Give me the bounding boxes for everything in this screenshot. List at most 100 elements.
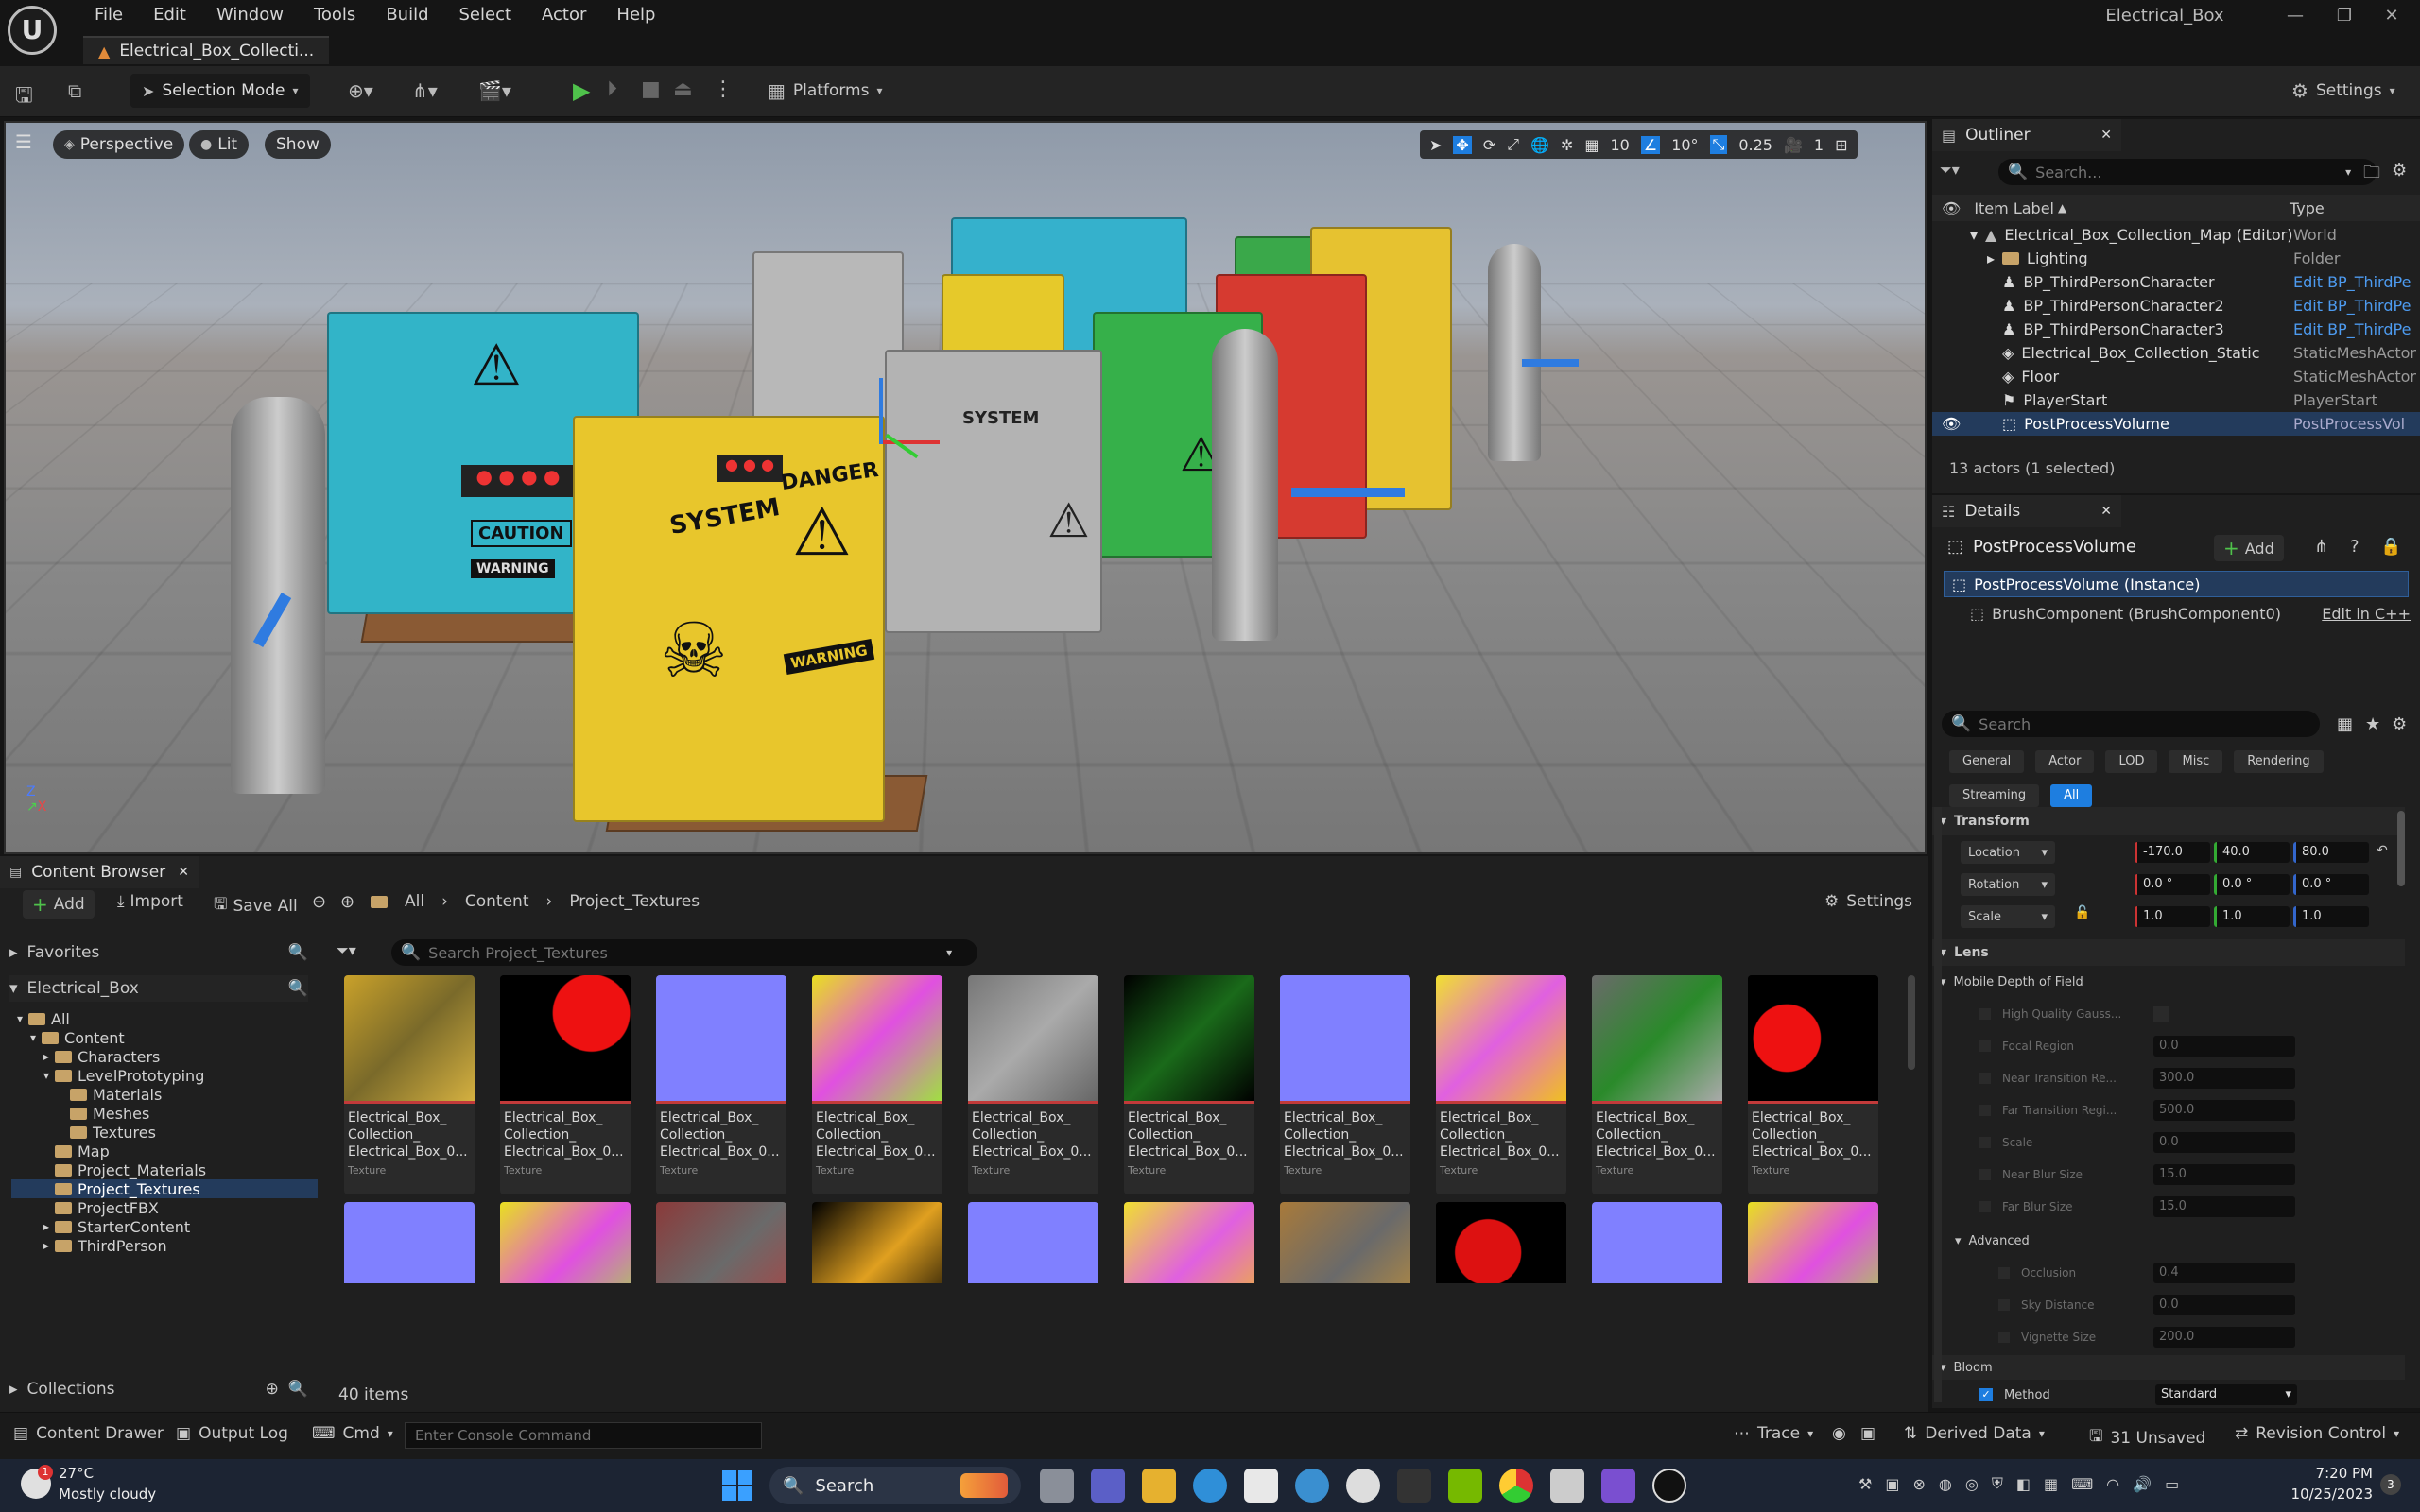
tray-icon[interactable]: ▣ bbox=[1885, 1475, 1899, 1493]
override-checkbox[interactable] bbox=[1979, 1073, 1991, 1084]
import-button[interactable]: ⤓ Import bbox=[117, 892, 183, 911]
property-value[interactable]: 0.0 bbox=[2153, 1132, 2295, 1153]
category-all[interactable]: All bbox=[2050, 784, 2093, 807]
asset-scrollbar[interactable] bbox=[1908, 975, 1915, 1070]
property-value[interactable]: 500.0 bbox=[2153, 1100, 2295, 1121]
store-icon[interactable] bbox=[1244, 1469, 1278, 1503]
step-icon[interactable]: ⏵ bbox=[607, 77, 617, 101]
tree-item[interactable]: ▸ ThirdPerson bbox=[11, 1236, 318, 1255]
outliner-tab[interactable]: ▤ Outliner ✕ bbox=[1932, 119, 2121, 151]
star-icon[interactable]: ★ bbox=[2365, 714, 2380, 734]
surface-snap-icon[interactable]: ✲ bbox=[1561, 136, 1573, 154]
advanced-section[interactable]: ▾ Advanced bbox=[1932, 1228, 2405, 1253]
reset-icon[interactable]: ↶ bbox=[2377, 843, 2388, 858]
save-all-button[interactable]: 🖫 Save All bbox=[214, 892, 298, 919]
media-icon[interactable] bbox=[1601, 1469, 1635, 1503]
weather-temp[interactable]: 27°C bbox=[59, 1465, 94, 1482]
rotation-snap-icon[interactable]: ∠ bbox=[1640, 135, 1661, 154]
scale-z[interactable]: 1.0 bbox=[2293, 906, 2369, 927]
wifi-icon[interactable]: ◠ bbox=[2106, 1475, 2119, 1493]
override-checkbox[interactable] bbox=[1998, 1267, 2010, 1279]
override-checkbox[interactable] bbox=[1979, 1008, 1991, 1020]
lock-icon[interactable]: 🔓 bbox=[2074, 905, 2090, 920]
add-component-button[interactable]: + Add bbox=[2214, 535, 2284, 561]
notification-badge[interactable]: 3 bbox=[2380, 1474, 2401, 1495]
asset-tile[interactable]: Electrical_Box_ Collection_ Electrical_Box… bbox=[1436, 975, 1566, 1194]
tool-icon[interactable] bbox=[1550, 1469, 1584, 1503]
search-icon[interactable]: 🔍 bbox=[288, 1380, 308, 1399]
project-header[interactable]: ▾ Electrical_Box 🔍 bbox=[9, 975, 308, 1002]
component-row[interactable]: ⬚ BrushComponent (BrushComponent0) Edit … bbox=[1970, 601, 2411, 626]
scale-x[interactable]: 1.0 bbox=[2135, 906, 2210, 927]
menu-help[interactable]: Help bbox=[601, 2, 670, 28]
cmd-dropdown[interactable]: ⌨ Cmd ▾ bbox=[312, 1424, 393, 1443]
close-icon[interactable]: ✕ bbox=[2100, 504, 2112, 519]
breadcrumb-project-textures[interactable]: Project_Textures bbox=[569, 892, 700, 911]
menu-edit[interactable]: Edit bbox=[138, 2, 201, 28]
eject-icon[interactable]: ⏏ bbox=[673, 77, 693, 101]
rotation-x[interactable]: 0.0 ° bbox=[2135, 874, 2210, 895]
rotate-tool-icon[interactable]: ⟳ bbox=[1483, 136, 1495, 154]
edit-blueprint-link[interactable]: Edit BP_ThirdPe bbox=[2293, 320, 2411, 338]
unreal-engine-icon[interactable] bbox=[1652, 1469, 1686, 1503]
search-icon[interactable]: 🔍 bbox=[288, 979, 308, 998]
rotation-snap-value[interactable]: 10° bbox=[1671, 136, 1698, 154]
transform-section[interactable]: ▾ Transform bbox=[1932, 807, 2405, 835]
selection-mode-dropdown[interactable]: ➤ Selection Mode ▾ bbox=[130, 74, 310, 108]
tree-item[interactable]: ▸ StarterContent bbox=[11, 1217, 318, 1236]
content-browser-tab[interactable]: ▤ Content Browser ✕ bbox=[0, 856, 199, 888]
task-view-icon[interactable] bbox=[1040, 1469, 1074, 1503]
outliner-row-selected[interactable]: 👁 ⬚ PostProcessVolume PostProcessVol bbox=[1932, 412, 2420, 436]
eye-icon[interactable]: 👁 bbox=[1942, 199, 1961, 217]
override-checkbox[interactable] bbox=[1979, 1169, 1991, 1180]
asset-tile[interactable]: Electrical_Box_ Collection_ Electrical_Box… bbox=[1124, 975, 1254, 1194]
asset-search[interactable]: 🔍 ▾ bbox=[391, 939, 977, 966]
teams-icon[interactable] bbox=[1091, 1469, 1125, 1503]
details-search[interactable]: 🔍 bbox=[1942, 711, 2320, 737]
outliner-row[interactable]: ♟ BP_ThirdPersonCharacter2 Edit BP_ThirdPe bbox=[1932, 294, 2420, 318]
menu-actor[interactable]: Actor bbox=[527, 2, 601, 28]
tray-icon[interactable]: ◧ bbox=[2016, 1475, 2031, 1493]
rotation-z[interactable]: 0.0 ° bbox=[2293, 874, 2369, 895]
close-icon[interactable]: ✕ bbox=[2100, 128, 2112, 143]
file-explorer-icon[interactable] bbox=[1142, 1469, 1176, 1503]
rotation-y[interactable]: 0.0 ° bbox=[2214, 874, 2290, 895]
more-options-icon[interactable]: ⋮ bbox=[713, 77, 734, 101]
instance-row[interactable]: ⬚ PostProcessVolume (Instance) bbox=[1944, 571, 2409, 597]
add-actor-icon[interactable]: ⊕▾ bbox=[348, 79, 373, 102]
table-view-icon[interactable]: ▦ bbox=[2337, 714, 2353, 734]
asset-filter[interactable]: ⏷▾ bbox=[337, 941, 356, 960]
scale-tool-icon[interactable]: ⤢ bbox=[1507, 135, 1519, 154]
column-type[interactable]: Type bbox=[2290, 199, 2325, 217]
clock-date[interactable]: 10/25/2023 bbox=[2288, 1486, 2373, 1503]
tree-item-selected[interactable]: Project_Textures bbox=[11, 1179, 318, 1198]
perspective-button[interactable]: ◈ Perspective bbox=[53, 130, 185, 159]
tray-icon[interactable]: ◍ bbox=[1939, 1475, 1952, 1493]
volume-icon[interactable]: 🔊 bbox=[2133, 1475, 2152, 1493]
asset-tile[interactable]: Electrical_Box_Collection_... bbox=[1592, 1202, 1722, 1283]
method-dropdown[interactable]: Standard ▾ bbox=[2155, 1384, 2297, 1405]
blueprint-icon[interactable]: ⋔▾ bbox=[412, 79, 438, 102]
xbox-icon[interactable]: ⊗ bbox=[1912, 1475, 1925, 1493]
forward-icon[interactable]: ⊕ bbox=[340, 892, 354, 912]
scale-snap-icon[interactable]: ⤡ bbox=[1709, 135, 1728, 154]
asset-tile[interactable]: Electrical_Box_Collection_... bbox=[1124, 1202, 1254, 1283]
grid-snap-value[interactable]: 10 bbox=[1610, 136, 1629, 154]
tree-item[interactable]: Materials bbox=[11, 1085, 318, 1104]
screenshot-icon[interactable]: ▣ bbox=[1860, 1424, 1876, 1443]
asset-tile[interactable]: Electrical_Box_Collection_... bbox=[344, 1202, 475, 1283]
location-x[interactable]: -170.0 bbox=[2135, 842, 2210, 863]
override-checkbox[interactable] bbox=[1979, 1040, 1991, 1052]
asset-tile[interactable]: Electrical_Box_Collection_... bbox=[1280, 1202, 1410, 1283]
output-log-button[interactable]: ▣ Output Log bbox=[176, 1424, 288, 1443]
taskbar-search[interactable]: 🔍 Search bbox=[769, 1467, 1021, 1504]
tray-icon[interactable]: ▦ bbox=[2044, 1475, 2058, 1493]
property-checkbox[interactable] bbox=[2153, 1006, 2169, 1022]
world-space-icon[interactable]: 🌐 bbox=[1530, 136, 1549, 154]
windows-start-icon[interactable] bbox=[722, 1470, 752, 1501]
cinematics-icon[interactable]: 🎬▾ bbox=[478, 79, 511, 102]
property-value[interactable]: 0.0 bbox=[2153, 1295, 2295, 1315]
outliner-row[interactable]: ▸ Lighting Folder bbox=[1932, 247, 2420, 270]
menu-tools[interactable]: Tools bbox=[299, 2, 371, 28]
asset-tile[interactable]: Electrical_Box_Collection_... bbox=[1748, 1202, 1878, 1283]
